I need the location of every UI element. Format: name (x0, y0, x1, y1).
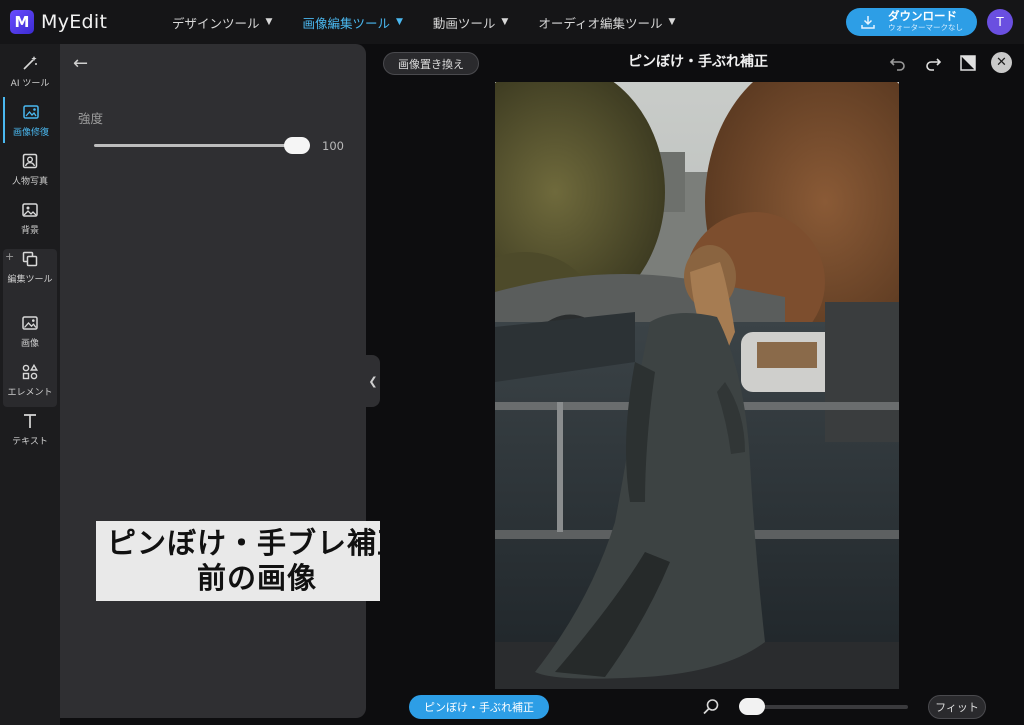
back-arrow-icon[interactable]: ← (73, 53, 88, 74)
chevron-left-icon: ❮ (368, 374, 378, 388)
rail-item-label: テキスト (12, 436, 48, 447)
close-icon[interactable]: ✕ (991, 52, 1012, 73)
rail-item-label: 画像修復 (12, 127, 49, 138)
nav-design-tools[interactable]: デザインツール ▼ (172, 13, 272, 32)
rail-item-edit-tools[interactable]: 編集ツール (3, 244, 57, 290)
background-icon (22, 202, 38, 217)
undo-icon[interactable] (887, 52, 909, 74)
avatar[interactable]: T (987, 9, 1013, 35)
rail-item-text[interactable]: テキスト (3, 406, 57, 452)
replace-image-button[interactable]: 画像置き換え (383, 52, 479, 75)
chevron-down-icon: ▼ (668, 17, 676, 27)
collapse-panel-button[interactable]: ❮ (366, 355, 380, 407)
canvas-image (495, 82, 899, 689)
image-icon (22, 315, 38, 330)
zoom-search-icon[interactable] (701, 697, 721, 717)
strength-slider-thumb[interactable] (284, 137, 310, 154)
rail-item-label: 背景 (20, 225, 39, 236)
text-icon (24, 413, 36, 428)
zoom-slider-track[interactable] (740, 705, 908, 709)
rail-item-elements[interactable]: エレメント (3, 357, 57, 403)
download-icon (860, 14, 876, 30)
rail-item-label: 人物写真 (11, 176, 48, 187)
overlay-caption: ピンぼけ・手ブレ補正 前の画像 (96, 521, 418, 601)
mode-label-button[interactable]: ピンぼけ・手ぶれ補正 (409, 695, 549, 719)
caption-line-2: 前の画像 (196, 561, 317, 595)
strength-value: 100 (322, 139, 344, 153)
rail-item-label: エレメント (7, 387, 53, 398)
portrait-icon (22, 153, 38, 168)
zoom-slider-thumb[interactable] (739, 698, 765, 715)
magic-wand-icon (23, 55, 37, 70)
download-label: ダウンロード (888, 9, 957, 23)
chevron-down-icon: ▼ (501, 17, 509, 27)
rail-item-ai-tools[interactable]: AI ツール (3, 48, 57, 94)
rail-item-label: 画像 (20, 338, 39, 349)
download-button[interactable]: ダウンロード ウォーターマークなし (846, 8, 977, 36)
fit-button[interactable]: フィット (928, 695, 986, 719)
caption-line-1: ピンぼけ・手ブレ補正 (106, 526, 407, 560)
elements-icon (22, 363, 39, 379)
strength-slider-track[interactable] (94, 144, 298, 147)
app-name: MyEdit (41, 11, 108, 33)
rail-item-portrait[interactable]: 人物写真 (3, 146, 57, 192)
chevron-down-icon: ▼ (265, 17, 273, 27)
rail-item-image-repair[interactable]: 画像修復 (3, 97, 57, 143)
compare-icon[interactable] (957, 52, 979, 74)
rail-item-image[interactable]: 画像 (3, 308, 57, 354)
chevron-down-icon: ▼ (395, 17, 403, 27)
nav-video-tools[interactable]: 動画ツール ▼ (433, 13, 508, 32)
canvas-title: ピンぼけ・手ぶれ補正 (628, 54, 768, 70)
edit-tools-icon (22, 251, 38, 266)
nav-image-editing-tools[interactable]: 画像編集ツール ▼ (302, 13, 402, 32)
logo-mark-icon: M (10, 10, 34, 34)
redo-icon[interactable] (922, 52, 944, 74)
image-repair-icon (23, 104, 39, 119)
app-logo[interactable]: M MyEdit (10, 10, 160, 34)
nav-audio-tools[interactable]: オーディオ編集ツール ▼ (538, 13, 675, 32)
strength-label: 強度 (78, 111, 104, 126)
download-sublabel: ウォーターマークなし (888, 23, 963, 32)
rail-item-label: 編集ツール (7, 274, 53, 285)
settings-panel: ← 強度 100 (60, 44, 366, 718)
main-nav: デザインツール ▼ 画像編集ツール ▼ 動画ツール ▼ オーディオ編集ツール ▼ (172, 13, 705, 32)
rail-item-label: AI ツール (10, 78, 50, 89)
rail-item-background[interactable]: 背景 (3, 195, 57, 241)
